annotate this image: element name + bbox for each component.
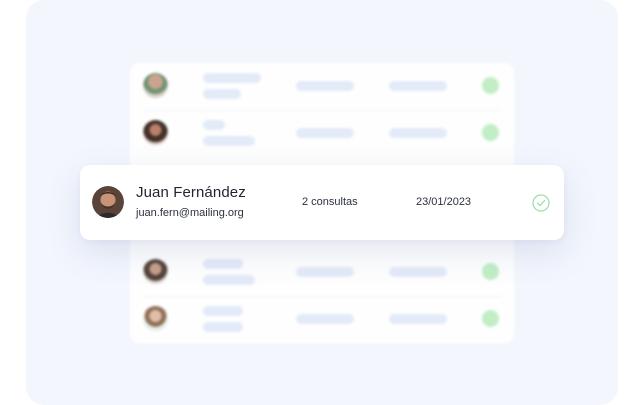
- consultation-count: 2 consultas: [302, 196, 358, 208]
- placeholder-bar: [203, 322, 243, 332]
- table-row: [130, 249, 514, 295]
- placeholder-bar: [389, 128, 447, 138]
- placeholder-bar: [203, 259, 243, 269]
- status-dot: [482, 263, 499, 280]
- placeholder-bar: [203, 306, 243, 316]
- patient-email: juan.fern@mailing.org: [136, 207, 244, 219]
- placeholder-bar: [203, 120, 225, 130]
- placeholder-bar: [389, 267, 447, 277]
- avatar: [92, 186, 124, 218]
- consultation-date: 23/01/2023: [416, 196, 472, 208]
- table-row: [130, 110, 514, 156]
- placeholder-bar: [296, 81, 354, 91]
- placeholder-bar: [203, 73, 261, 83]
- placeholder-bar: [389, 81, 447, 91]
- avatar: [143, 120, 168, 145]
- placeholder-bar: [203, 89, 241, 99]
- status-dot: [482, 124, 499, 141]
- featured-patient-row[interactable]: Juan Fernández juan.fern@mailing.org 2 c…: [80, 165, 564, 240]
- placeholder-bar: [296, 314, 354, 324]
- placeholder-bar: [389, 314, 447, 324]
- status-dot: [482, 310, 499, 327]
- status-dot: [482, 77, 499, 94]
- avatar: [143, 259, 168, 284]
- patient-name: Juan Fernández: [136, 184, 246, 201]
- placeholder-bar: [296, 267, 354, 277]
- avatar: [143, 73, 168, 98]
- avatar: [143, 306, 168, 331]
- table-row: [130, 296, 514, 342]
- table-row: [130, 63, 514, 109]
- placeholder-bar: [203, 275, 255, 285]
- check-circle-icon: [532, 194, 550, 212]
- placeholder-bar: [203, 136, 255, 146]
- placeholder-bar: [296, 128, 354, 138]
